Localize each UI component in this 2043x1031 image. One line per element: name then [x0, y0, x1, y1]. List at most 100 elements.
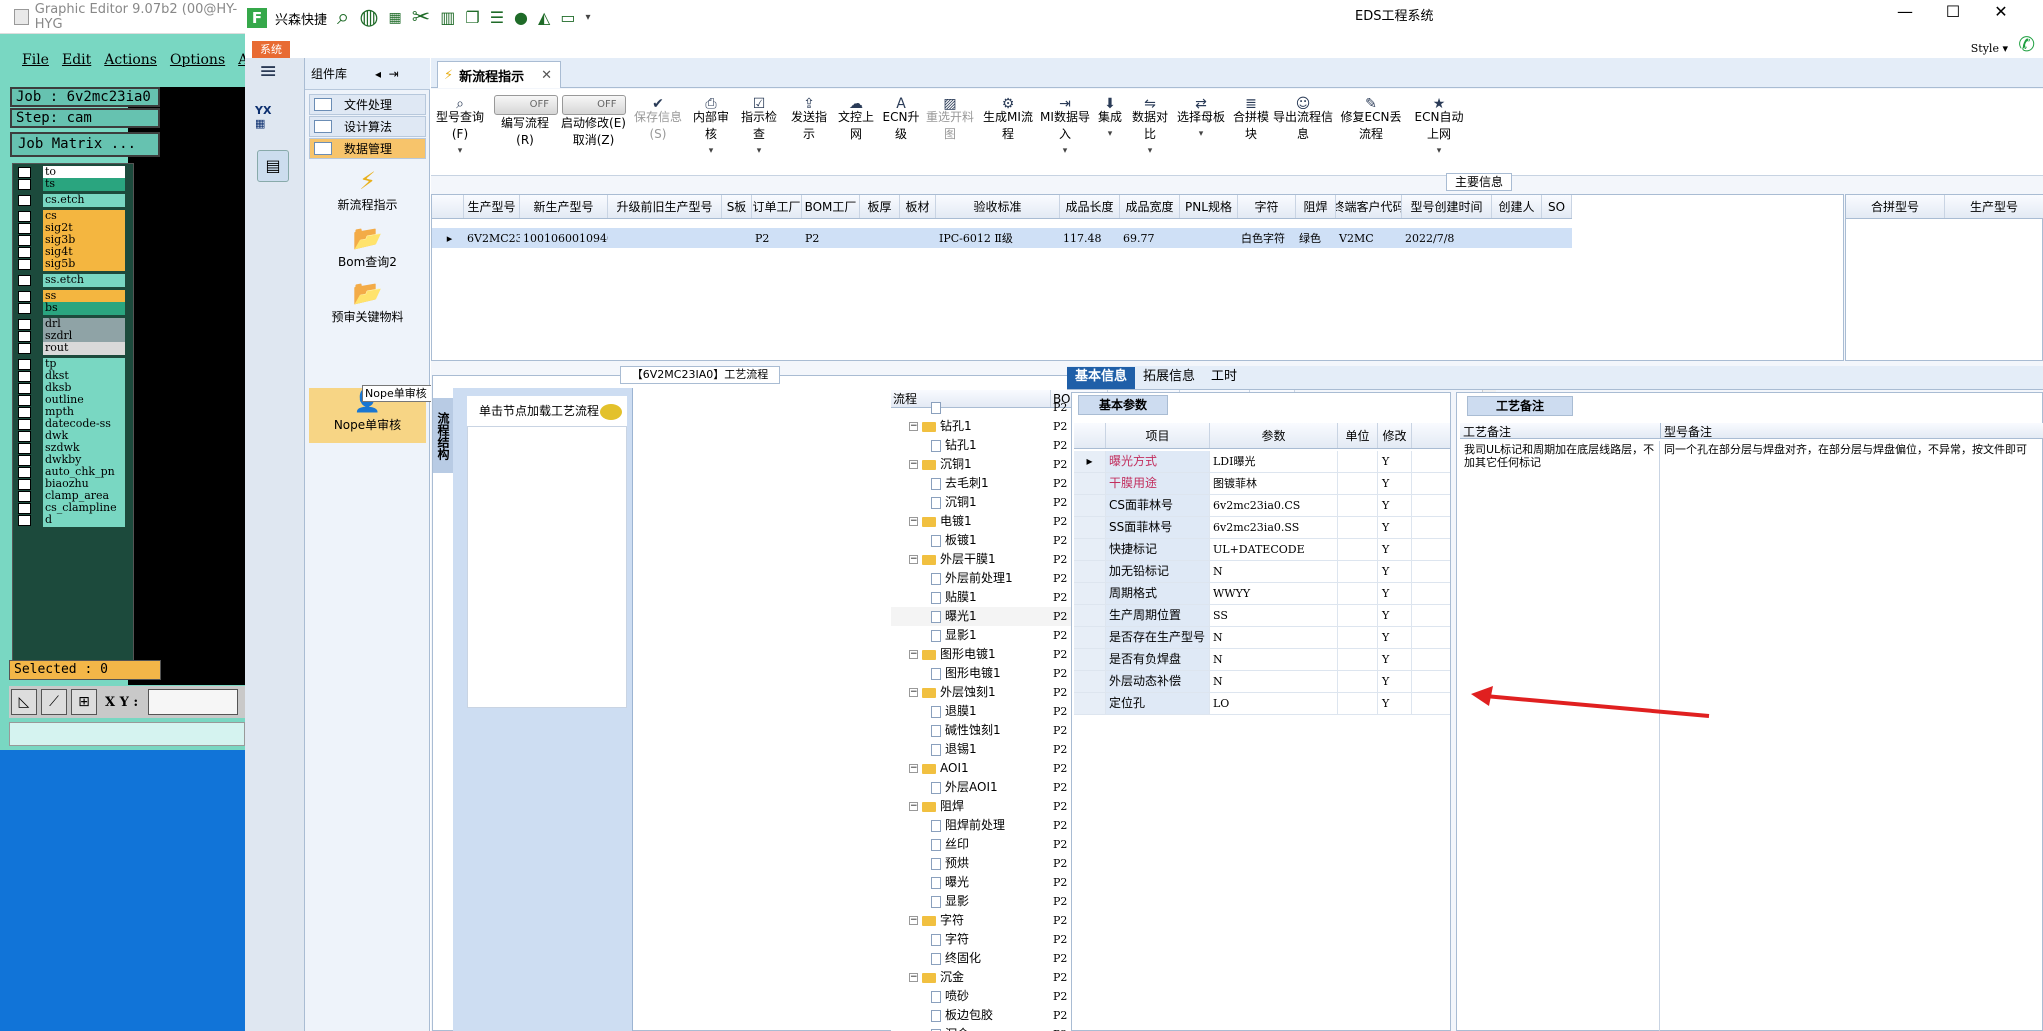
param-value[interactable]: SS [1210, 605, 1338, 626]
toolbar-item[interactable]: A ECN升级 [881, 89, 921, 169]
param-row[interactable]: 是否存在生产型号 N Y [1074, 627, 1450, 649]
tree-node[interactable]: 显影 [891, 892, 1051, 911]
toolbar-item[interactable]: ★ ECN自动上网 ▾ [1409, 89, 1469, 169]
globe-icon[interactable]: ◍ [359, 7, 378, 29]
param-row[interactable]: 外层动态补偿 N Y [1074, 671, 1450, 693]
collapse-icon[interactable]: − [909, 422, 918, 431]
layer-checkbox[interactable] [18, 431, 31, 442]
column-header[interactable]: 订单工厂 [752, 195, 802, 218]
param-value[interactable]: N [1210, 627, 1338, 648]
tree-node[interactable]: 板边包胶 [891, 1006, 1051, 1025]
tree-node[interactable]: 预烘 [891, 854, 1051, 873]
tree-node[interactable]: − 沉铜1 [891, 455, 1051, 474]
menu-actions[interactable]: Actions [104, 52, 157, 68]
param-row[interactable]: 加无铅标记 N Y [1074, 561, 1450, 583]
column-header[interactable]: 单位 [1338, 423, 1378, 448]
param-row[interactable]: 生产周期位置 SS Y [1074, 605, 1450, 627]
section-design[interactable]: 设计算法 [309, 116, 426, 137]
param-value[interactable]: 6v2mc23ia0.SS [1210, 517, 1338, 538]
layer-checkbox[interactable] [18, 383, 31, 394]
grid-icon[interactable]: ⊞ [71, 689, 97, 715]
layer-checkbox[interactable] [18, 407, 31, 418]
tree-node[interactable]: 曝光 [891, 873, 1051, 892]
tree-node[interactable]: 碱性蚀刻1 [891, 721, 1051, 740]
tree-node[interactable]: 终固化 [891, 949, 1051, 968]
column-header[interactable]: 成品长度 [1060, 195, 1120, 218]
layer-checkbox[interactable] [18, 515, 31, 526]
column-header[interactable]: 终端客户代码 [1336, 195, 1402, 218]
layer-checkbox[interactable] [18, 343, 31, 354]
dropdown-icon[interactable]: ▾ [1176, 126, 1226, 143]
table-cell[interactable]: 白色字符 [1238, 228, 1296, 248]
layer-row[interactable]: ss.etch [13, 274, 135, 287]
nav-arrows-icon[interactable]: ◂ ⇥ [375, 67, 399, 81]
table-cell[interactable]: P2 [802, 228, 860, 248]
table-cell[interactable]: 10010600109408 [520, 228, 608, 248]
layer-checkbox[interactable] [18, 179, 31, 190]
column-header[interactable]: 型号创建时间 [1402, 195, 1492, 218]
tree-node[interactable]: − 图形电镀1 [891, 645, 1051, 664]
column-header[interactable]: 验收标准 [936, 195, 1060, 218]
layer-checkbox[interactable] [18, 303, 31, 314]
tree-node[interactable]: 退膜1 [891, 702, 1051, 721]
layer-checkbox[interactable] [18, 259, 31, 270]
menu-edit[interactable]: Edit [62, 52, 91, 68]
column-header[interactable]: 生产型号 [1945, 195, 2043, 218]
column-header[interactable]: 修改 [1378, 423, 1412, 448]
layer-checkbox[interactable] [18, 331, 31, 342]
layer-checkbox[interactable] [18, 247, 31, 258]
table-cell[interactable] [608, 228, 722, 248]
close-icon[interactable]: ✕ [541, 68, 552, 83]
tree-node[interactable]: 曝光1 [891, 607, 1051, 626]
tree-node[interactable]: 去毛刺1 [891, 474, 1051, 493]
tab-extended-info[interactable]: 拓展信息 [1135, 367, 1203, 389]
toolbar-item[interactable]: ⬇ 集成 ▾ [1095, 89, 1125, 169]
layer-checkbox[interactable] [18, 491, 31, 502]
tree-node[interactable]: 阻焊前处理 [891, 816, 1051, 835]
column-header[interactable]: 新生产型号 [520, 195, 608, 218]
collapse-icon[interactable]: − [909, 460, 918, 469]
search-icon[interactable]: ⌕ [337, 7, 349, 29]
layer-checkbox[interactable] [18, 371, 31, 382]
column-header[interactable]: 项目 [1106, 423, 1210, 448]
column-header[interactable]: S板 [722, 195, 752, 218]
tool-new-flow[interactable]: ⚡ 新流程指示 [309, 166, 426, 218]
toolbar-item[interactable]: ⚙ 生成MI流程 [981, 89, 1035, 169]
phone-icon[interactable]: ✆ [2018, 32, 2035, 56]
xy-input[interactable] [148, 689, 239, 715]
layer-row[interactable]: cs.etch [13, 194, 135, 207]
tree-node[interactable]: − 沉金 [891, 968, 1051, 987]
tree-node[interactable]: 外层AOI1 [891, 778, 1051, 797]
toolbar-item[interactable]: ☁ 文控上网 [834, 89, 878, 169]
minimize-icon[interactable]: — [1881, 2, 1929, 21]
table-cell[interactable]: 117.48 [1060, 228, 1120, 248]
layer-checkbox[interactable] [18, 319, 31, 330]
dropdown-icon[interactable]: ▾ [1409, 143, 1469, 160]
flow-structure-tab[interactable]: 流程结构 [433, 398, 453, 473]
table-cell[interactable] [1180, 228, 1238, 248]
tree-node[interactable]: 字符 [891, 930, 1051, 949]
layer-checkbox[interactable] [18, 503, 31, 514]
section-data[interactable]: 数据管理 [309, 138, 426, 159]
layer-checkbox[interactable] [18, 195, 31, 206]
layer-checkbox[interactable] [18, 443, 31, 454]
toolbar-item[interactable]: ⎙ 内部审核 ▾ [689, 89, 733, 169]
film-icon[interactable]: ▥ [440, 8, 455, 28]
layer-checkbox[interactable] [18, 479, 31, 490]
style-menu[interactable]: Style ▾ [1971, 42, 2008, 55]
qat-dropdown-icon[interactable]: ▾ [585, 8, 590, 28]
column-header[interactable]: 升级前旧生产型号 [608, 195, 722, 218]
column-header[interactable]: 参数 [1210, 423, 1338, 448]
dropdown-icon[interactable]: ▾ [1128, 143, 1172, 160]
dropdown-icon[interactable]: ▾ [1039, 143, 1091, 160]
list-icon[interactable]: ☰ [490, 8, 504, 28]
dropdown-icon[interactable]: ▾ [737, 143, 781, 160]
column-header[interactable]: 板材 [900, 195, 936, 218]
tree-node[interactable]: 板镀1 [891, 531, 1051, 550]
copy-icon[interactable]: ❐ [465, 8, 479, 28]
collapse-icon[interactable]: − [909, 517, 918, 526]
tool-prereview[interactable]: 📂 预审关键物料 [309, 278, 426, 330]
tree-node[interactable] [891, 398, 1051, 417]
chart-icon[interactable]: ◭ [538, 8, 550, 28]
toolbar-item[interactable]: ⇪ 发送指示 [786, 89, 832, 169]
